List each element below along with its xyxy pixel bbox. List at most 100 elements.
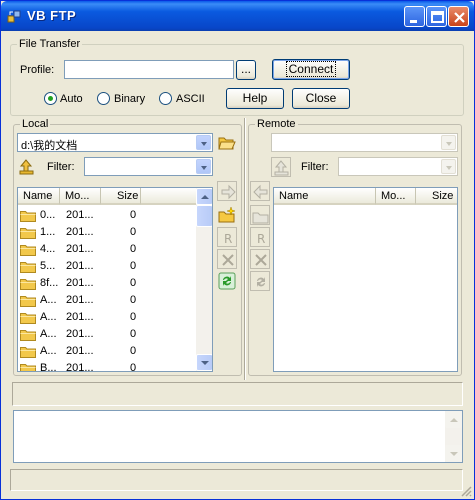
app-window: VB FTP File Transfer Profile: ... Connec…: [0, 0, 475, 500]
maximize-button[interactable]: [426, 6, 447, 27]
chevron-down-icon: [441, 159, 456, 174]
table-row[interactable]: A... 201... 0: [18, 343, 196, 360]
file-modified: 201...: [66, 328, 94, 340]
table-row[interactable]: A... 201... 0: [18, 326, 196, 343]
log-textarea[interactable]: [13, 410, 463, 463]
close-icon: [454, 12, 465, 23]
remote-up-folder-button[interactable]: [271, 157, 291, 177]
local-col-name[interactable]: Name: [18, 188, 60, 205]
scroll-down-arrow-icon[interactable]: [196, 354, 212, 371]
help-button[interactable]: Help: [226, 88, 284, 109]
local-file-list[interactable]: Name Mo... Size 0... 201... 0 1... 201... 0 4.…: [17, 187, 213, 372]
status-bar: [12, 382, 463, 406]
up-folder-icon: [274, 160, 289, 176]
file-size: 0: [130, 294, 137, 306]
scroll-up-arrow-icon[interactable]: [445, 411, 462, 428]
arrow-right-icon: [221, 184, 236, 200]
table-row[interactable]: B... 201... 0: [18, 360, 196, 372]
file-modified: 201...: [66, 209, 94, 221]
table-row[interactable]: A... 201... 0: [18, 309, 196, 326]
mode-ascii-label: ASCII: [176, 93, 205, 105]
file-name: 8f...: [40, 277, 59, 289]
remote-path-dropdown[interactable]: [271, 133, 458, 152]
local-filter-label: Filter:: [47, 161, 75, 173]
local-col-size[interactable]: Size: [101, 188, 141, 205]
table-row[interactable]: 0... 201... 0: [18, 207, 196, 224]
file-modified: 201...: [66, 277, 94, 289]
table-row[interactable]: 5... 201... 0: [18, 258, 196, 275]
local-legend: Local: [20, 118, 51, 130]
chevron-down-icon: [196, 159, 211, 174]
table-row[interactable]: 4... 201... 0: [18, 241, 196, 258]
remote-col-size[interactable]: Size: [416, 188, 457, 205]
profile-input[interactable]: [64, 60, 234, 79]
remote-col-name[interactable]: Name: [274, 188, 376, 205]
rename-icon: R: [224, 232, 232, 246]
local-new-folder-button[interactable]: [217, 205, 237, 225]
chevron-down-icon: [196, 135, 211, 150]
file-modified: 201...: [66, 345, 94, 357]
remote-file-list[interactable]: Name Mo... Size: [273, 187, 458, 372]
local-rename-button[interactable]: R: [217, 227, 237, 247]
connect-label: Connect: [285, 61, 337, 77]
remote-filter-dropdown[interactable]: [338, 157, 458, 176]
maximize-icon: [431, 11, 444, 23]
table-row[interactable]: 1... 201... 0: [18, 224, 196, 241]
file-name: 0...: [40, 209, 56, 221]
file-size: 0: [130, 209, 137, 221]
folder-icon: [20, 245, 36, 256]
file-modified: 201...: [66, 311, 94, 323]
file-size: 0: [130, 311, 137, 323]
file-name: A...: [40, 294, 57, 306]
file-size: 0: [130, 277, 137, 289]
refresh-icon: [218, 272, 236, 290]
folder-icon: [20, 262, 36, 273]
local-col-filler: [141, 188, 197, 205]
folder-icon: [20, 296, 36, 307]
folder-icon: [20, 313, 36, 324]
local-scrollbar[interactable]: [196, 188, 212, 371]
local-refresh-button[interactable]: [217, 271, 237, 291]
table-row[interactable]: 8f... 201... 0: [18, 275, 196, 292]
table-row[interactable]: A... 201... 0: [18, 292, 196, 309]
upload-button[interactable]: [217, 181, 237, 201]
file-name: 1...: [40, 226, 56, 238]
local-col-modified[interactable]: Mo...: [60, 188, 101, 205]
file-size: 0: [130, 260, 137, 272]
file-modified: 201...: [66, 226, 94, 238]
splitter[interactable]: [244, 118, 246, 380]
mode-binary-radio[interactable]: [97, 92, 110, 105]
resize-grip-icon[interactable]: [460, 485, 472, 497]
remote-filter-label: Filter:: [301, 161, 329, 173]
local-delete-button[interactable]: [217, 249, 237, 269]
log-scrollbar[interactable]: [445, 411, 462, 462]
title-bar[interactable]: VB FTP: [1, 1, 474, 31]
mode-auto-radio[interactable]: [44, 92, 57, 105]
close-window-button[interactable]: [448, 6, 469, 27]
file-size: 0: [130, 362, 137, 372]
mode-binary-label: Binary: [114, 93, 146, 105]
local-path-dropdown[interactable]: d:\我的文档: [17, 133, 213, 152]
open-folder-button[interactable]: [217, 132, 237, 152]
local-filter-dropdown[interactable]: [84, 157, 213, 176]
minimize-icon: [410, 20, 417, 23]
file-size: 0: [130, 226, 137, 238]
remote-col-modified[interactable]: Mo...: [376, 188, 416, 205]
close-button[interactable]: Close: [292, 88, 350, 109]
mode-ascii-radio[interactable]: [159, 92, 172, 105]
folder-icon: [20, 228, 36, 239]
profile-label: Profile:: [20, 64, 55, 76]
open-folder-icon: [218, 137, 236, 150]
local-up-folder-button[interactable]: [17, 157, 37, 177]
new-folder-icon: [218, 206, 236, 223]
connect-button[interactable]: Connect: [272, 59, 350, 80]
browse-profile-button[interactable]: ...: [236, 60, 256, 80]
scroll-thumb[interactable]: [196, 205, 212, 227]
folder-icon: [20, 279, 36, 290]
scroll-up-arrow-icon[interactable]: [196, 188, 212, 205]
file-transfer-legend: File Transfer: [17, 38, 83, 50]
remote-legend: Remote: [255, 118, 298, 130]
minimize-button[interactable]: [404, 6, 425, 27]
file-name: B...: [40, 362, 57, 372]
scroll-down-arrow-icon[interactable]: [445, 445, 462, 462]
